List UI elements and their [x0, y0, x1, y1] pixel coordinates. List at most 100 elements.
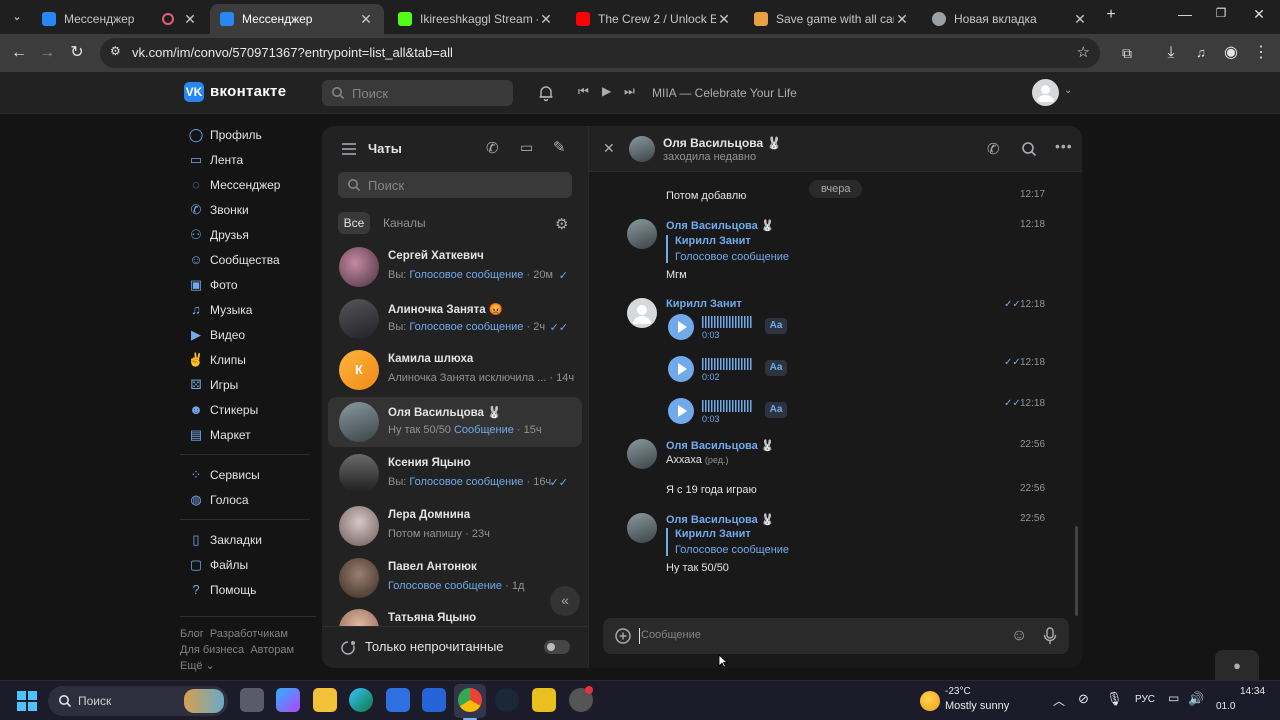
- back-icon[interactable]: ←: [8, 42, 30, 64]
- nav-services[interactable]: ⁘ Сервисы: [180, 462, 315, 487]
- nav-friends[interactable]: ⚇ Друзья: [180, 222, 315, 247]
- attach-plus-icon[interactable]: [615, 628, 631, 644]
- tab-list-icon[interactable]: ⌄: [6, 6, 28, 28]
- window-close-icon[interactable]: ✕: [1244, 6, 1274, 28]
- copilot-icon[interactable]: [276, 688, 300, 712]
- nav-stickers[interactable]: ☻ Стикеры: [180, 397, 315, 422]
- footer-link-more[interactable]: Ещё ⌄: [180, 660, 215, 672]
- vk-search-input[interactable]: Поиск: [322, 80, 513, 106]
- weather-sun-icon[interactable]: [920, 691, 940, 711]
- address-bar[interactable]: ⚙ vk.com/im/convo/570971367?entrypoint=l…: [100, 38, 1100, 68]
- reload-icon[interactable]: ↻: [66, 42, 88, 64]
- filter-tab-channels[interactable]: Каналы: [383, 216, 426, 230]
- play-voice-button[interactable]: [668, 398, 694, 424]
- chat-item-olya[interactable]: Оля Васильцова 🐰 Ну так 50/50 Сообщение …: [328, 397, 582, 447]
- nav-feed[interactable]: ▭ Лента: [180, 147, 315, 172]
- notifications-bell-icon[interactable]: [537, 84, 555, 102]
- chat-search-input[interactable]: Поиск: [338, 172, 572, 198]
- messages-scrollbar[interactable]: [1075, 526, 1078, 616]
- footer-link-developers[interactable]: Разработчикам: [210, 628, 288, 640]
- minimize-icon[interactable]: —: [1170, 6, 1200, 28]
- vk-logo-text[interactable]: вконтакте: [210, 83, 286, 100]
- reply-quote[interactable]: Кирилл Занит Голосовое сообщение: [666, 235, 846, 263]
- message-author[interactable]: Оля Васильцова 🐰: [666, 513, 775, 526]
- reply-quote[interactable]: Кирилл Занит Голосовое сообщение: [666, 528, 846, 556]
- chat-item-alinochka[interactable]: Алиночка Занята 😡 Вы: Голосовое сообщени…: [328, 294, 582, 344]
- extensions-icon[interactable]: ⧉: [1116, 42, 1138, 64]
- archive-icon[interactable]: ▭: [520, 139, 533, 156]
- nav-profile[interactable]: ◯ Профиль: [180, 122, 315, 147]
- clock-time[interactable]: 14:34: [1240, 686, 1265, 697]
- chat-item-pavel[interactable]: Павел Антонюк Голосовое сообщение · 1д: [328, 553, 582, 603]
- file-explorer-icon[interactable]: [313, 688, 337, 712]
- download-icon[interactable]: ⤓: [1160, 42, 1182, 64]
- nav-video[interactable]: ▶ Видео: [180, 322, 315, 347]
- message-avatar[interactable]: [627, 513, 657, 543]
- tab-youtube[interactable]: The Crew 2 / Unlock Everyt ✕: [566, 4, 742, 34]
- tab-new-tab[interactable]: Новая вкладка ✕: [922, 4, 1098, 34]
- settings-gear-icon[interactable]: ⚙: [555, 215, 568, 233]
- display-icon[interactable]: ▭: [1168, 691, 1179, 705]
- play-icon[interactable]: ▶: [602, 84, 611, 98]
- clock-date[interactable]: 01.0: [1216, 701, 1235, 712]
- play-voice-button[interactable]: [668, 356, 694, 382]
- message-avatar[interactable]: [627, 298, 657, 328]
- nav-votes[interactable]: ◍ Голоса: [180, 487, 315, 512]
- new-call-icon[interactable]: ✆: [486, 139, 499, 157]
- search-icon[interactable]: [1021, 141, 1037, 157]
- waveform[interactable]: [702, 358, 752, 370]
- chevron-down-icon[interactable]: ⌄: [1064, 85, 1072, 96]
- close-tab-icon[interactable]: ✕: [894, 11, 910, 28]
- message-avatar[interactable]: [627, 219, 657, 249]
- taskbar-search[interactable]: Поиск: [48, 686, 228, 716]
- message-author[interactable]: Кирилл Занит: [666, 298, 742, 310]
- waveform[interactable]: [702, 316, 752, 328]
- emoji-icon[interactable]: ☺: [1011, 627, 1027, 645]
- close-conversation-icon[interactable]: ✕: [603, 140, 615, 157]
- forward-icon[interactable]: →: [36, 42, 58, 64]
- nav-bookmarks[interactable]: ▯ Закладки: [180, 527, 315, 552]
- media-control-icon[interactable]: ♫: [1190, 42, 1212, 64]
- chat-item-kamila[interactable]: К Камила шлюха Алиночка Занята исключила…: [328, 345, 582, 395]
- floating-chat-button[interactable]: ●: [1215, 650, 1259, 682]
- vk-logo-icon[interactable]: VK: [184, 82, 204, 102]
- now-playing-track[interactable]: MIIA — Celebrate Your Life: [652, 86, 797, 100]
- user-avatar[interactable]: [1032, 79, 1059, 106]
- next-track-icon[interactable]: ⏭: [624, 84, 635, 99]
- nav-communities[interactable]: ☺ Сообщества: [180, 247, 315, 272]
- edge-icon[interactable]: [349, 688, 373, 712]
- play-voice-button[interactable]: [668, 314, 694, 340]
- close-tab-icon[interactable]: ✕: [538, 11, 554, 28]
- chat-item-kseniya[interactable]: Ксения Яцыно Вы: Голосовое сообщение · 1…: [328, 449, 582, 499]
- menu-icon[interactable]: ⋮: [1250, 42, 1272, 64]
- site-info-icon[interactable]: ⚙: [110, 44, 121, 58]
- message-input[interactable]: Сообщение: [641, 629, 701, 641]
- filter-tab-all[interactable]: Все: [338, 212, 370, 234]
- nav-messenger[interactable]: ◌ Мессенджер: [180, 172, 315, 197]
- close-tab-icon[interactable]: ✕: [1072, 11, 1088, 28]
- tab-messenger-2[interactable]: Мессенджер ✕: [210, 4, 384, 34]
- call-icon[interactable]: ✆: [987, 140, 1000, 158]
- volume-icon[interactable]: 🔊: [1188, 691, 1204, 707]
- profile-icon[interactable]: ◉: [1220, 42, 1242, 64]
- steam-icon[interactable]: [495, 688, 519, 712]
- weather-description[interactable]: Mostly sunny: [945, 700, 1009, 712]
- store-icon[interactable]: [386, 688, 410, 712]
- input-language[interactable]: РУС: [1135, 694, 1155, 705]
- nav-market[interactable]: ▤ Маркет: [180, 422, 315, 447]
- tab-messenger-1[interactable]: Мессенджер ✕: [32, 4, 208, 34]
- microphone-icon[interactable]: [1043, 627, 1057, 645]
- peer-avatar[interactable]: [629, 136, 655, 162]
- nav-games[interactable]: ⚄ Игры: [180, 372, 315, 397]
- message-author[interactable]: Оля Васильцова 🐰: [666, 439, 775, 452]
- tab-save-game[interactable]: Save game with all cars an ✕: [744, 4, 920, 34]
- hamburger-menu-icon[interactable]: [341, 142, 357, 156]
- close-tab-icon[interactable]: ✕: [358, 11, 374, 28]
- previous-track-icon[interactable]: ⏮: [578, 84, 589, 99]
- tab-kick-stream[interactable]: Ikireeshkaggl Stream - Wa ✕: [388, 4, 564, 34]
- close-tab-icon[interactable]: ✕: [182, 11, 198, 28]
- bookmark-star-icon[interactable]: ☆: [1077, 43, 1090, 61]
- nav-photos[interactable]: ▣ Фото: [180, 272, 315, 297]
- nav-help[interactable]: ? Помощь: [180, 577, 315, 602]
- close-tab-icon[interactable]: ✕: [716, 11, 732, 28]
